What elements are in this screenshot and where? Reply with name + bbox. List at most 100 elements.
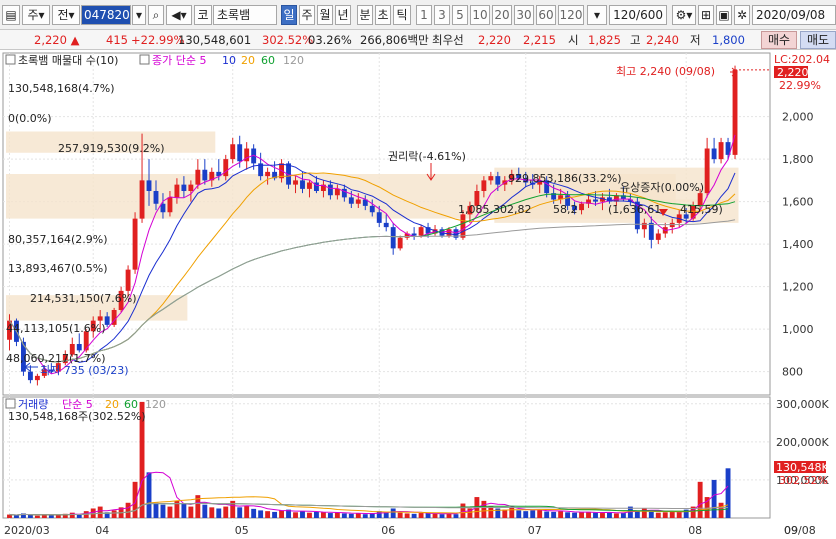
interval-dropdown-icon[interactable]: ▾: [587, 5, 607, 25]
candle-body: [481, 180, 487, 191]
volume-bar: [209, 507, 215, 518]
volume-bar: [244, 505, 250, 518]
volume-bar: [453, 514, 459, 518]
candle-body: [369, 205, 375, 213]
interval-60[interactable]: 60: [536, 5, 556, 25]
volume-bar: [132, 481, 138, 518]
legend-ma120: 120: [283, 54, 304, 67]
stock-name-field[interactable]: 초록뱀: [213, 5, 277, 25]
volume-bar: [355, 513, 361, 518]
speaker-icon[interactable]: ◀▾: [166, 5, 192, 25]
stock-code-input[interactable]: 047820: [81, 5, 131, 25]
period-tab-year[interactable]: 년: [335, 5, 351, 25]
best-ask: 2,220: [478, 33, 511, 47]
candle-body: [579, 203, 584, 211]
candle-body: [265, 171, 271, 177]
volume-bar: [641, 508, 647, 518]
candle-body: [711, 148, 717, 160]
candle-body: [488, 176, 494, 181]
interval-120[interactable]: 120: [558, 5, 584, 25]
count-display[interactable]: 120/600: [609, 5, 667, 25]
x-tick-label: 05: [235, 524, 249, 537]
candle-body: [181, 184, 187, 191]
price-tick-label: 800: [782, 366, 803, 379]
period-tab-tick[interactable]: 틱: [393, 5, 411, 25]
volume-bar: [216, 508, 222, 518]
period-tab-minute[interactable]: 분: [357, 5, 373, 25]
volume-bar: [320, 512, 326, 518]
candle-body: [125, 269, 131, 291]
volume-bar: [160, 504, 166, 518]
candle-body: [139, 180, 145, 219]
volume-bar: [300, 511, 305, 518]
candle-body: [132, 218, 138, 270]
volume-bar: [572, 512, 578, 518]
volume-bar: [334, 512, 340, 518]
candle-body: [376, 212, 382, 223]
period-tab-month[interactable]: 월: [317, 5, 333, 25]
market-select[interactable]: 전▾: [52, 5, 80, 25]
chart-type-select[interactable]: 주▾: [22, 5, 50, 25]
volume-bar: [439, 514, 445, 518]
legend-ma-label: 종가 단순 5: [152, 54, 206, 67]
volume-bar: [265, 511, 271, 518]
candle-body: [390, 227, 396, 249]
volume-bar: [648, 511, 654, 518]
capital-annotation: 유상증자(0.00%): [620, 181, 704, 194]
volume-bar: [432, 513, 438, 518]
open-value: 1,825: [588, 33, 621, 47]
volume-bar: [593, 512, 598, 518]
volume-bar: [516, 510, 522, 518]
volume-bar: [481, 500, 487, 518]
period-tab-day[interactable]: 일: [281, 5, 297, 25]
indicator-icon[interactable]: ⚙▾: [672, 5, 696, 25]
market-label: 전: [57, 8, 69, 22]
volume-bar: [362, 514, 368, 518]
volume-bar: [279, 510, 285, 518]
code-dropdown-icon[interactable]: ▾: [132, 5, 146, 25]
price-tick-label: 1,000: [782, 323, 814, 336]
sell-button[interactable]: 매도: [800, 31, 836, 49]
high-label: 고: [630, 33, 641, 47]
date-field[interactable]: 2020/09/08: [752, 5, 836, 25]
volume-bar: [565, 512, 571, 518]
vp-label-11: 58,2: [553, 203, 578, 216]
interval-30[interactable]: 30: [514, 5, 534, 25]
vp-label-2: 0(0.0%): [8, 112, 52, 125]
vp-label-7: 44,113,105(1.6%): [6, 322, 106, 335]
volume-bar: [607, 512, 612, 518]
stock-chart[interactable]: 2,000 1,800 1,600 1,400 1,200 1,000 800 300,000…: [0, 50, 836, 539]
interval-1[interactable]: 1: [416, 5, 432, 25]
candle-body: [97, 316, 103, 321]
volume-bar: [390, 508, 396, 518]
period-tab-second[interactable]: 초: [375, 5, 391, 25]
chart-menu-icon[interactable]: ▤: [2, 5, 20, 25]
candle-body: [418, 227, 424, 236]
candle-body: [327, 184, 333, 196]
ruler-icon[interactable]: ⊞: [698, 5, 714, 25]
save-icon[interactable]: ▣: [716, 5, 732, 25]
vp-label-10: 1,085,302,82: [458, 203, 531, 216]
legend-ma60: 60: [261, 54, 275, 67]
low-value: 1,800: [712, 33, 745, 47]
x-tick-label: 09/08: [784, 524, 816, 537]
volume-bar: [146, 472, 152, 518]
candle-body: [648, 222, 654, 240]
volume-bar: [125, 502, 131, 518]
candle-body: [188, 184, 194, 191]
current-pct-tag: 22.99%: [779, 79, 821, 92]
vp-label-12: (1,636,61: [608, 203, 661, 216]
interval-10[interactable]: 10: [470, 5, 490, 25]
x-tick-label: 08: [688, 524, 702, 537]
period-tab-week[interactable]: 주: [299, 5, 315, 25]
code-prefix-label: 코: [194, 5, 212, 25]
interval-20[interactable]: 20: [492, 5, 512, 25]
gear-icon[interactable]: ✲: [734, 5, 750, 25]
buy-button[interactable]: 매수: [761, 31, 797, 49]
volume-bar: [523, 511, 529, 518]
price-tick-label: 2,000: [782, 111, 814, 124]
interval-3[interactable]: 3: [434, 5, 450, 25]
interval-5[interactable]: 5: [452, 5, 468, 25]
search-icon[interactable]: ⌕: [148, 5, 164, 25]
candle-body: [195, 169, 201, 185]
